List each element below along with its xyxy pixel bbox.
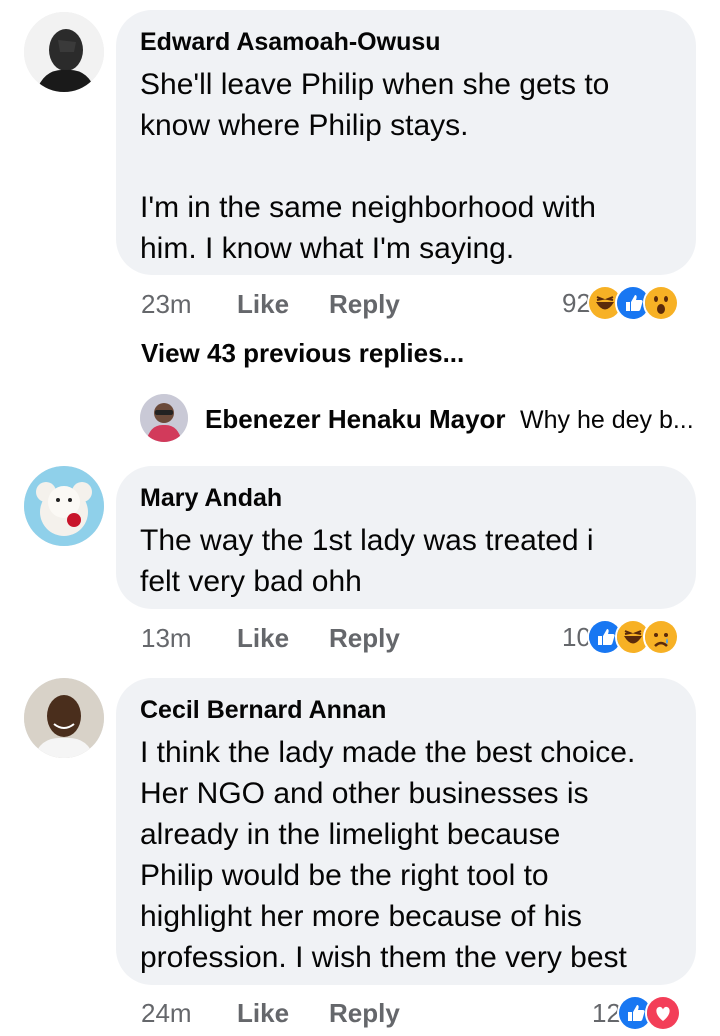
comment-author[interactable]: Cecil Bernard Annan	[140, 695, 696, 725]
comment-bubble: Edward Asamoah-Owusu She'll leave Philip…	[116, 10, 696, 275]
comment-timestamp: 13m	[141, 623, 192, 653]
reply-snippet: Why he dey b...	[520, 406, 694, 434]
reaction-summary[interactable]: 10	[562, 619, 679, 655]
view-previous-replies-link[interactable]: View 43 previous replies...	[141, 338, 464, 369]
reply-author[interactable]: Ebenezer Henaku Mayor	[205, 404, 506, 435]
sad-icon	[642, 619, 679, 655]
comment-bubble: Cecil Bernard Annan I think the lady mad…	[116, 678, 696, 985]
avatar[interactable]	[24, 12, 104, 92]
comment-author[interactable]: Edward Asamoah-Owusu	[140, 27, 696, 57]
comment-text: She'll leave Philip when she gets to kno…	[140, 68, 610, 265]
wow-icon	[642, 285, 679, 321]
comment-timestamp: 24m	[141, 998, 192, 1028]
avatar[interactable]	[24, 466, 104, 546]
comment-timestamp: 23m	[141, 289, 192, 319]
reply-preview[interactable]: Ebenezer Henaku Mayor Why he dey b...	[140, 394, 710, 444]
comment-text: The way the 1st lady was treated i felt …	[140, 524, 594, 598]
comment-bubble: Mary Andah The way the 1st lady was trea…	[116, 466, 696, 609]
reply-button[interactable]: Reply	[329, 288, 400, 320]
like-button[interactable]: Like	[237, 997, 289, 1029]
comment-text: I think the lady made the best choice. H…	[140, 736, 636, 974]
like-button[interactable]: Like	[237, 288, 289, 320]
love-icon	[644, 995, 681, 1031]
reaction-summary[interactable]: 92	[562, 285, 679, 321]
reply-button[interactable]: Reply	[329, 622, 400, 654]
avatar[interactable]	[140, 394, 188, 442]
like-button[interactable]: Like	[237, 622, 289, 654]
avatar[interactable]	[24, 678, 104, 758]
reaction-summary[interactable]: 12	[592, 995, 681, 1031]
comment-author[interactable]: Mary Andah	[140, 483, 696, 513]
reply-button[interactable]: Reply	[329, 997, 400, 1029]
